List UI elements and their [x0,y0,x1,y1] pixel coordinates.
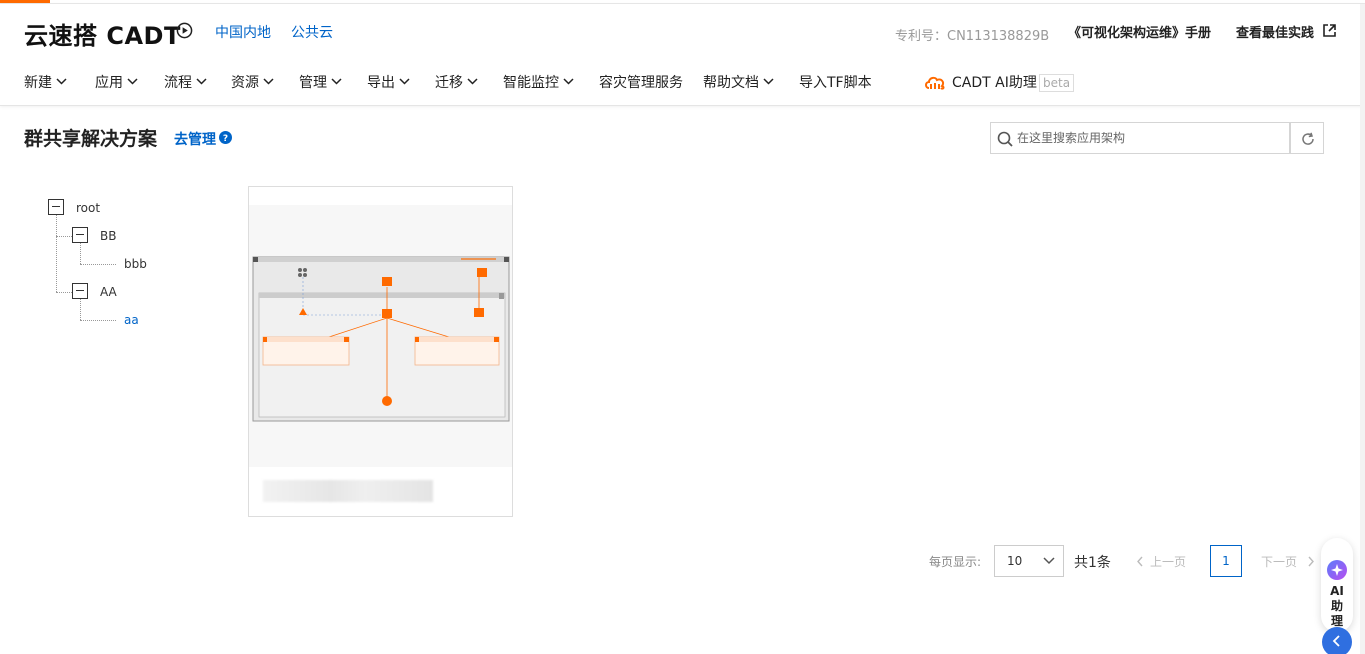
nav-label: 管理 [299,75,327,91]
nav-item-smart-monitor[interactable]: 智能监控 [503,72,574,92]
nav-label: 应用 [95,75,123,91]
chevron-down-icon [563,78,574,85]
card-name-placeholder [263,480,433,502]
manage-link[interactable]: 去管理 [174,129,216,149]
chevron-down-icon [331,78,342,85]
chevron-down-icon [56,78,67,85]
collapse-button[interactable] [1322,627,1352,654]
next-label: 下一页 [1261,555,1298,569]
chevron-left-icon [1137,556,1143,567]
beta-badge: beta [1039,74,1075,92]
nav-item-export[interactable]: 导出 [367,72,410,92]
nav-item-import-tf[interactable]: 导入TF脚本 [799,72,872,92]
manual-link[interactable]: 《可视化架构运维》手册 [1068,22,1211,41]
ai-float-label: AI 助 理 [1321,584,1353,629]
folder-tree: root BB bbb AA aa [0,190,240,340]
prev-page-button[interactable]: 上一页 [1136,553,1186,570]
nav-item-resources[interactable]: 资源 [231,72,274,92]
tree-node-aa-parent[interactable]: AA [100,285,117,299]
architecture-card[interactable] [248,186,513,517]
tree-connector [80,264,116,265]
brand-title: 云速搭 CADT [24,22,181,50]
chevron-down-icon [763,78,774,85]
nav-label: 流程 [164,75,192,91]
search-icon [997,131,1013,147]
best-practice-link[interactable]: 查看最佳实践 [1236,22,1314,41]
tree-toggle-bb[interactable] [72,227,88,243]
tree-node-aa-child[interactable]: aa [124,313,139,327]
ai-float-line: 助 [1330,599,1343,613]
per-page-label: 每页显示: [929,555,982,569]
region-public-cloud-link[interactable]: 公共云 [291,22,333,42]
tree-connector [80,243,81,264]
svg-text:?: ? [223,134,228,144]
help-icon[interactable]: ? [219,131,232,144]
tree-toggle-root[interactable] [48,199,64,215]
tree-node-bbb[interactable]: bbb [124,257,147,271]
chevron-left-icon [1332,635,1340,647]
nav-label: 新建 [24,75,52,91]
chevron-right-icon [1308,556,1314,567]
tree-connector [80,299,81,320]
page-size-select[interactable]: 10 [994,545,1064,577]
tree-connector [56,207,57,292]
tree-connector [56,236,72,237]
tree-node-root[interactable]: root [76,201,100,215]
sparkle-icon [1327,560,1347,580]
tree-toggle-aa[interactable] [72,283,88,299]
patent-number: 专利号：CN113138829B [895,29,1050,44]
nav-item-migrate[interactable]: 迁移 [435,72,478,92]
page-size-value: 10 [1007,554,1023,568]
nav-label: 资源 [231,75,259,91]
section-title: 群共享解决方案 [24,128,158,150]
architecture-diagram-preview [252,256,510,422]
ai-cloud-icon[interactable] [924,75,946,91]
chevron-down-icon [196,78,207,85]
nav-label: 迁移 [435,75,463,91]
chevron-down-icon [1043,557,1055,565]
nav-label: 帮助文档 [703,75,759,91]
ai-assistant-float-button[interactable]: AI 助 理 [1321,538,1353,632]
chevron-down-icon [263,78,274,85]
ai-float-line: AI [1330,584,1344,598]
architecture-thumbnail [249,205,512,467]
header: 云速搭 CADT 中国内地 公共云 专利号：CN113138829B 《可视化架… [0,4,1365,106]
next-page-button[interactable]: 下一页 [1261,553,1315,570]
region-mainland-link[interactable]: 中国内地 [215,22,271,42]
tree-connector [56,292,72,293]
prev-label: 上一页 [1150,555,1187,569]
nav-item-process[interactable]: 流程 [164,72,207,92]
nav-item-application[interactable]: 应用 [95,72,138,92]
tree-node-bb[interactable]: BB [100,229,116,243]
refresh-icon [1302,132,1314,145]
nav-label: 智能监控 [503,75,559,91]
page-1-button[interactable]: 1 [1210,545,1242,577]
total-count: 共1条 [1074,555,1111,571]
external-link-icon [1323,24,1336,37]
page-scrollbar[interactable] [1360,4,1365,654]
nav-item-new[interactable]: 新建 [24,72,67,92]
search-input[interactable] [1017,123,1285,153]
refresh-button[interactable] [1290,122,1324,154]
nav-item-disaster-recovery[interactable]: 容灾管理服务 [599,72,683,92]
chevron-down-icon [399,78,410,85]
nav-label: 导出 [367,75,395,91]
chevron-down-icon [127,78,138,85]
nav-item-help-docs[interactable]: 帮助文档 [703,72,774,92]
chevron-down-icon [467,78,478,85]
play-icon[interactable] [176,22,193,39]
ai-assistant-link[interactable]: CADT AI助理 [952,72,1037,92]
nav-item-manage[interactable]: 管理 [299,72,342,92]
tree-connector [80,320,116,321]
search-box [990,122,1290,154]
